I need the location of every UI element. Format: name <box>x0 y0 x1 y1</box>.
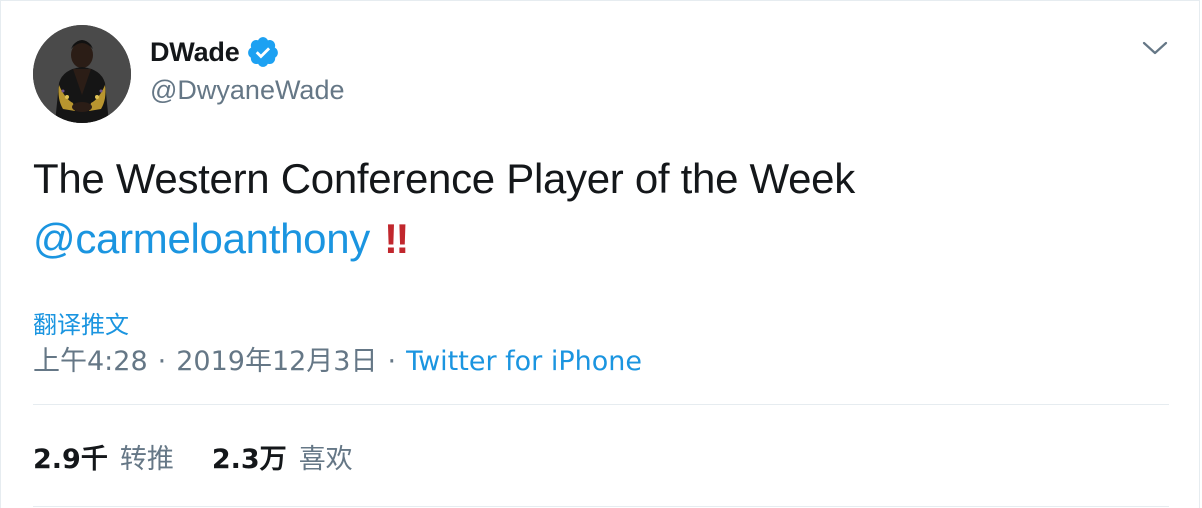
retweets-count: 2.9千 <box>33 444 108 475</box>
tweet-text-line: The Western Conference Player of the Wee… <box>33 155 855 202</box>
avatar[interactable] <box>33 25 131 123</box>
tweet-stats: 2.9千 转推 2.3万 喜欢 <box>33 437 353 476</box>
author-display-name[interactable]: DWade <box>150 37 240 68</box>
likes-stat[interactable]: 2.3万 喜欢 <box>212 437 353 476</box>
tweet-source-link[interactable]: Twitter for iPhone <box>406 346 642 377</box>
verified-badge-icon <box>246 35 280 69</box>
author-handle[interactable]: @DwyaneWade <box>150 75 344 106</box>
divider <box>33 404 1169 405</box>
mention-link[interactable]: @carmeloanthony <box>33 215 370 262</box>
retweets-stat[interactable]: 2.9千 转推 <box>33 437 174 476</box>
translate-tweet-link[interactable]: 翻译推文 <box>33 305 129 340</box>
tweet-card: DWade @DwyaneWade The Western Conference… <box>0 0 1200 508</box>
likes-label: 喜欢 <box>298 444 353 475</box>
retweets-label: 转推 <box>119 444 174 475</box>
tweet-metadata: 上午4:28 · 2019年12月3日 · Twitter for iPhone <box>33 339 642 378</box>
double-exclamation-emoji: ‼ <box>383 215 414 262</box>
avatar-photo <box>33 25 131 123</box>
divider <box>33 506 1169 507</box>
author-name-row[interactable]: DWade <box>150 34 280 70</box>
chevron-down-icon[interactable] <box>1141 37 1169 59</box>
tweet-date[interactable]: 2019年12月3日 <box>176 346 377 377</box>
meta-separator: · <box>387 346 397 377</box>
tweet-time[interactable]: 上午4:28 <box>33 346 148 377</box>
likes-count: 2.3万 <box>211 444 287 475</box>
meta-separator: · <box>157 346 167 377</box>
tweet-text: The Western Conference Player of the Wee… <box>33 149 1163 269</box>
tweet-text-line-2: @carmeloanthony ‼ <box>33 209 1163 269</box>
